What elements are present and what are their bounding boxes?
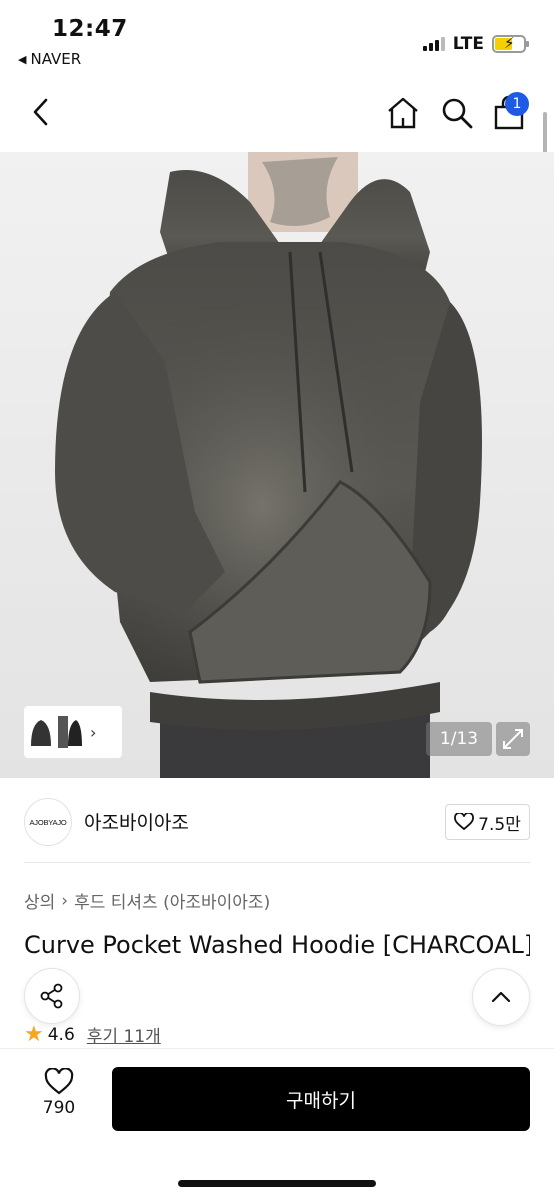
- wish-count: 790: [42, 1098, 76, 1118]
- brand-logo[interactable]: AJOBYAJO: [24, 798, 72, 846]
- back-app-label: NAVER: [30, 50, 82, 68]
- status-indicators: LTE ⚡: [422, 34, 529, 54]
- rating-value: 4.6: [47, 1024, 75, 1045]
- battery-icon: ⚡: [492, 34, 529, 53]
- chevron-right-icon: ›: [61, 890, 69, 911]
- home-icon[interactable]: [384, 94, 422, 132]
- breadcrumb: 상의 › 후드 티셔츠 (아조바이아조): [24, 888, 270, 914]
- review-link[interactable]: 후기 11개: [87, 1022, 161, 1047]
- thumbnail-chevron-right-icon[interactable]: ›: [90, 723, 96, 742]
- rating-row: ★ 4.6 후기 11개: [24, 1022, 161, 1047]
- hoodie-photo: [55, 152, 482, 778]
- brand-like-count: 7.5만: [478, 814, 521, 835]
- wish-button[interactable]: 790: [24, 1068, 94, 1128]
- divider: [24, 862, 530, 863]
- brand-name[interactable]: 아조바이아조: [84, 808, 189, 835]
- product-title: Curve Pocket Washed Hoodie [CHARCOAL]: [24, 931, 530, 959]
- image-counter: 1/13: [426, 722, 492, 756]
- chevron-left-icon[interactable]: [26, 94, 58, 130]
- heart-icon: [454, 813, 475, 831]
- thumbnail-1[interactable]: [28, 712, 54, 752]
- status-time: 12:47: [52, 16, 128, 42]
- heart-icon: [44, 1068, 74, 1095]
- product-image[interactable]: [0, 152, 554, 778]
- search-icon[interactable]: [438, 94, 476, 132]
- breadcrumb-subcategory[interactable]: 후드 티셔츠 (아조바이아조): [74, 888, 270, 913]
- scroll-top-button[interactable]: [472, 968, 530, 1026]
- back-triangle-icon: ◀: [18, 52, 27, 66]
- back-to-app-link[interactable]: ◀ NAVER: [18, 50, 81, 68]
- image-thumbnails[interactable]: ›: [24, 706, 122, 758]
- share-icon: [40, 983, 63, 1009]
- chevron-up-icon: [491, 991, 511, 1003]
- brand-like-button[interactable]: 7.5만: [445, 804, 530, 840]
- expand-icon[interactable]: [496, 722, 530, 756]
- signal-icon: [422, 37, 445, 51]
- status-bar: 12:47 ◀ NAVER LTE ⚡: [0, 0, 554, 76]
- top-nav: [0, 84, 554, 140]
- network-type: LTE: [452, 34, 484, 54]
- share-button[interactable]: [24, 968, 80, 1024]
- buy-button[interactable]: 구매하기: [112, 1067, 530, 1131]
- star-icon: ★: [24, 1021, 44, 1047]
- home-indicator: [178, 1180, 376, 1187]
- breadcrumb-category[interactable]: 상의: [24, 888, 55, 913]
- thumbnail-2[interactable]: [56, 712, 82, 752]
- cart-count-badge: 1: [505, 92, 529, 116]
